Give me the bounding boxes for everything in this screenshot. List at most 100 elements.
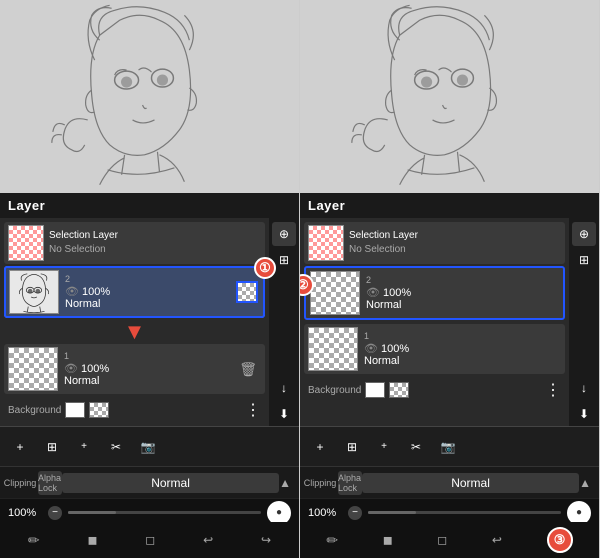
mode-arrow-right[interactable]: ▲ <box>579 476 591 490</box>
fill-btn-left[interactable]: ◼ <box>87 533 97 547</box>
layer-2-container-right: 2 👁 100% Normal ② <box>304 266 565 320</box>
clipping-label-right: Clipping <box>304 478 337 488</box>
undo-btn-left[interactable]: ↩ <box>203 533 213 547</box>
no-selection-label-left: No Selection <box>49 243 261 257</box>
down-icon-right[interactable]: ↓ <box>572 376 596 400</box>
move-icon-right[interactable]: ⊞ <box>572 248 596 272</box>
eye-icon-layer1-right[interactable]: 👁 <box>364 342 378 355</box>
tool3-left[interactable]: ✂ <box>102 433 130 461</box>
layer-list-right: Selection Layer No Selection 2 👁 <box>300 218 569 426</box>
layer-row-2-left[interactable]: 2 👁 100% Normal ① <box>4 266 265 318</box>
badge-1: ① <box>254 257 276 279</box>
brush-btn-left[interactable]: ✏ <box>28 532 40 549</box>
layer-2-checker-swatch-left <box>236 281 258 303</box>
brush-btn-right[interactable]: ✏ <box>326 532 338 549</box>
selection-layer-row-right[interactable]: Selection Layer No Selection <box>304 222 565 264</box>
right-tools-left: ⊕ ⊞ ↓ ⬇ <box>269 218 299 426</box>
layer-2-thumb-right <box>310 271 360 315</box>
alpha-lock-btn-right[interactable]: Alpha Lock <box>338 471 362 495</box>
layer-1-thumb-left <box>8 347 58 391</box>
alpha-lock-btn-left[interactable]: Alpha Lock <box>38 471 62 495</box>
background-row-left: Background ⋮ <box>4 398 265 422</box>
layer-2-info-left: 2 👁 100% Normal <box>65 274 236 310</box>
layer-header-right: Layer <box>300 193 599 218</box>
mode-bar-left: Clipping Alpha Lock Normal ▲ <box>0 466 299 498</box>
action-bar-right: ✏ ◼ ◻ ↩ ③ <box>300 522 599 558</box>
bg-checker-right[interactable] <box>389 382 409 398</box>
bg-swatch-right[interactable] <box>365 382 385 398</box>
add-layer2-right[interactable]: + <box>370 433 398 461</box>
arrow-container-left: ▼ <box>4 320 265 344</box>
layer-1-delete-left[interactable]: 🗑 <box>235 359 261 380</box>
selection-thumb-left <box>8 225 44 261</box>
fill-btn-right[interactable]: ◼ <box>383 533 393 547</box>
no-selection-label-right: No Selection <box>349 243 561 257</box>
zoom-slider-right[interactable] <box>368 511 561 514</box>
mode-arrow-left[interactable]: ▲ <box>279 476 291 490</box>
layer-1-info-left: 1 👁 100% Normal <box>64 351 235 387</box>
zoom-pct-right: 100% <box>308 507 342 519</box>
chevron-down-container-right[interactable]: ③ <box>547 527 573 553</box>
camera-right[interactable]: 📷 <box>434 433 462 461</box>
down-icon-left[interactable]: ↓ <box>272 376 296 400</box>
zoom-circle-left[interactable]: ● <box>267 501 291 525</box>
layer-row-1-left[interactable]: 1 👁 100% Normal 🗑 <box>4 344 265 394</box>
bg-label-right: Background <box>308 385 361 396</box>
layer-panel-left: Layer Selection Layer No Selection <box>0 193 299 558</box>
sketch-background-left <box>0 0 299 200</box>
undo-btn-right[interactable]: ↩ <box>492 533 502 547</box>
layer-1-info-right: 1 👁 100% Normal <box>364 331 561 367</box>
tool3-right[interactable]: ✂ <box>402 433 430 461</box>
layer-2-info-right: 2 👁 100% Normal <box>366 275 559 311</box>
mode-label-left[interactable]: Normal <box>62 473 279 493</box>
transform-icon-left[interactable]: ⊕ <box>272 222 296 246</box>
clipping-btn-right[interactable]: Clipping <box>308 471 332 495</box>
eye-icon-layer2-left[interactable]: 👁 <box>65 285 79 298</box>
eye-icon-layer1-left[interactable]: 👁 <box>64 362 78 375</box>
eraser-btn-right[interactable]: ◻ <box>437 533 447 547</box>
layer-row-2-right[interactable]: 2 👁 100% Normal <box>304 266 565 320</box>
add-layer-left[interactable]: + <box>6 433 34 461</box>
merge-down-right[interactable]: ⊞ <box>338 433 366 461</box>
selection-layer-row-left[interactable]: Selection Layer No Selection <box>4 222 265 264</box>
bg-menu-left[interactable]: ⋮ <box>245 400 261 420</box>
bg-label-left: Background <box>8 405 61 416</box>
mode-left-section-right: Clipping Alpha Lock <box>308 471 362 495</box>
eraser-btn-left[interactable]: ◻ <box>145 533 155 547</box>
bg-menu-right[interactable]: ⋮ <box>545 380 561 400</box>
merge-down-left[interactable]: ⊞ <box>38 433 66 461</box>
bottom-toolbar-right: + ⊞ + ✂ 📷 <box>300 426 599 466</box>
zoom-minus-right[interactable]: − <box>348 506 362 520</box>
mode-left-section: Clipping Alpha Lock <box>8 471 62 495</box>
sketch-background-right <box>300 0 599 200</box>
right-tools-right: ⊕ ⊞ ↓ ⬇ <box>569 218 599 426</box>
bg-swatch-left[interactable] <box>65 402 85 418</box>
selection-layer-label-left: Selection Layer <box>49 229 261 243</box>
clipping-label-left: Clipping <box>4 478 37 488</box>
transform-icon-right[interactable]: ⊕ <box>572 222 596 246</box>
action-bar-left: ✏ ◼ ◻ ↩ ↪ <box>0 522 299 558</box>
alpha-lock-label-right: Alpha Lock <box>338 473 362 493</box>
layer-2-thumb-left <box>9 270 59 314</box>
selection-info-right: Selection Layer No Selection <box>349 229 561 257</box>
panel-left: Layer Selection Layer No Selection <box>0 0 300 558</box>
bottom-toolbar-left: + ⊞ + ✂ 📷 <box>0 426 299 466</box>
zoom-minus-left[interactable]: − <box>48 506 62 520</box>
import-icon-left[interactable]: ⬇ <box>272 402 296 426</box>
mode-label-right[interactable]: Normal <box>362 473 579 493</box>
import-icon-right[interactable]: ⬇ <box>572 402 596 426</box>
layer-list-left: Selection Layer No Selection <box>0 218 269 426</box>
camera-left[interactable]: 📷 <box>134 433 162 461</box>
zoom-circle-right[interactable]: ● <box>567 501 591 525</box>
clipping-btn-left[interactable]: Clipping <box>8 471 32 495</box>
add-layer-right[interactable]: + <box>306 433 334 461</box>
add-layer2-left[interactable]: + <box>70 433 98 461</box>
bg-checker-left[interactable] <box>89 402 109 418</box>
badge-3-btn[interactable]: ③ <box>547 527 573 553</box>
zoom-pct-left: 100% <box>8 507 42 519</box>
zoom-slider-left[interactable] <box>68 511 261 514</box>
redo-btn-left[interactable]: ↪ <box>261 533 271 547</box>
eye-icon-layer2-right[interactable]: 👁 <box>366 286 380 299</box>
red-arrow-down: ▼ <box>124 319 146 345</box>
layer-row-1-right[interactable]: 1 👁 100% Normal <box>304 324 565 374</box>
